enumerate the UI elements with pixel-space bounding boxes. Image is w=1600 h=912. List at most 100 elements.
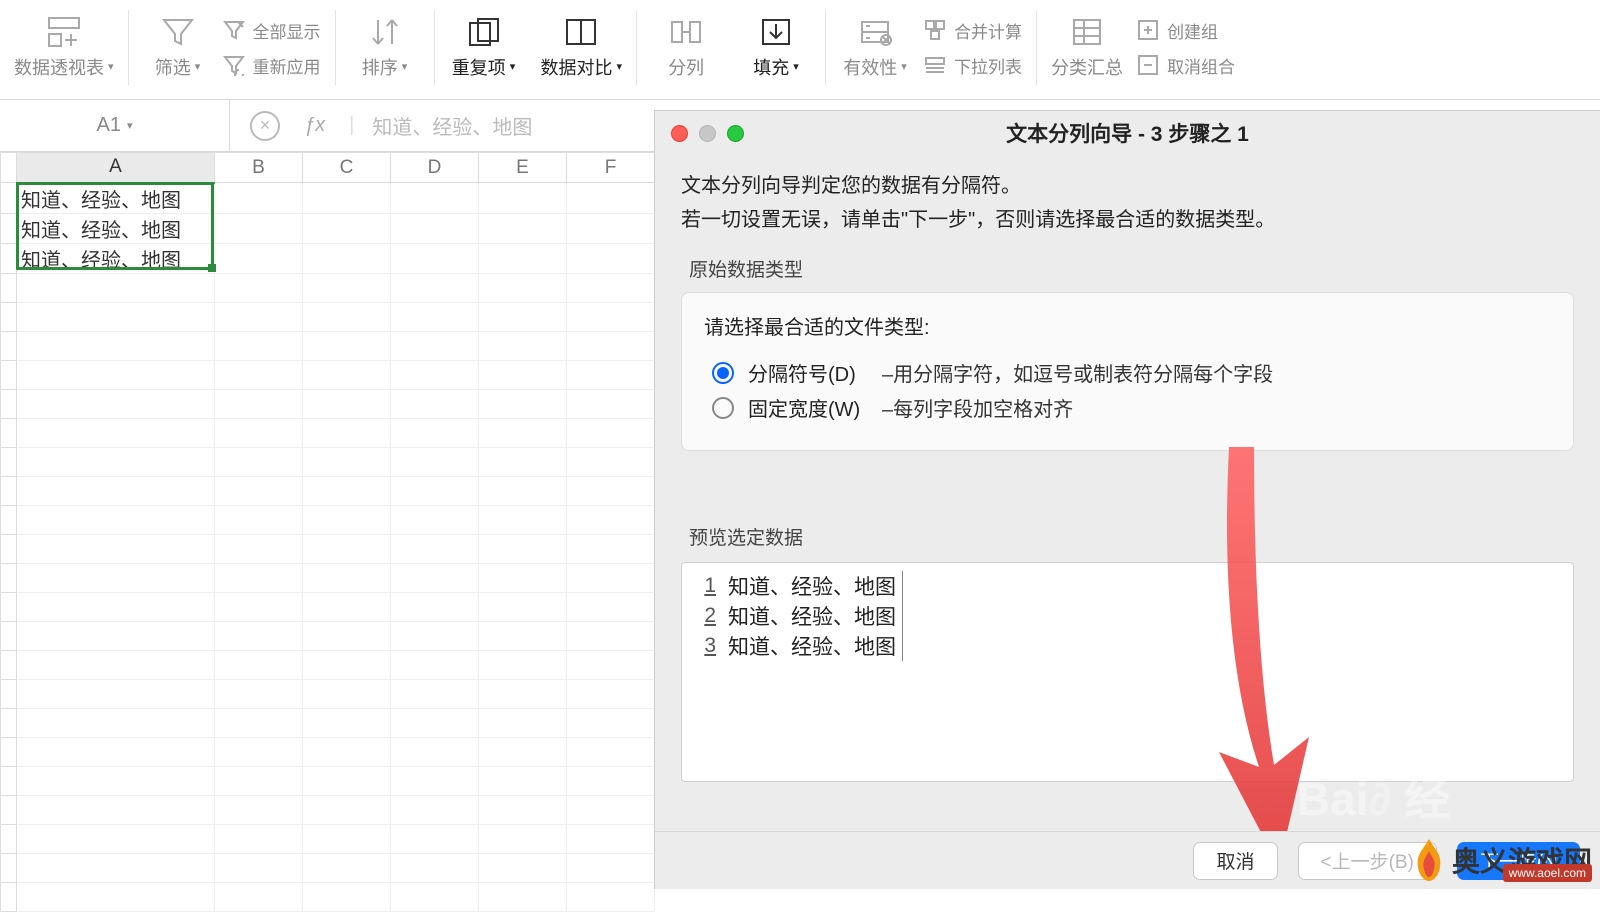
cell[interactable] bbox=[303, 766, 391, 795]
cell[interactable] bbox=[391, 708, 479, 737]
cell[interactable]: 知道、经验、地图 bbox=[17, 243, 215, 273]
cell[interactable] bbox=[479, 795, 567, 824]
cell[interactable] bbox=[479, 882, 567, 911]
cell[interactable] bbox=[303, 476, 391, 505]
sort-button[interactable]: 排序▾ bbox=[350, 16, 420, 80]
radio-delimited[interactable]: 分隔符号(D) –用分隔字符，如逗号或制表符分隔每个字段 bbox=[712, 358, 1551, 387]
cell[interactable] bbox=[215, 505, 303, 534]
cell[interactable] bbox=[215, 679, 303, 708]
row-header[interactable] bbox=[1, 389, 17, 418]
data-compare-button[interactable]: 数据对比▾ bbox=[541, 16, 623, 80]
cell[interactable] bbox=[303, 213, 391, 243]
show-all-button[interactable]: 全部显示 bbox=[223, 18, 321, 43]
text-to-columns-button[interactable]: 分列 bbox=[651, 16, 721, 80]
radio-icon[interactable] bbox=[712, 362, 734, 384]
cell[interactable] bbox=[567, 824, 655, 853]
cell[interactable] bbox=[479, 824, 567, 853]
cell[interactable] bbox=[391, 737, 479, 766]
cell[interactable] bbox=[391, 795, 479, 824]
cell[interactable] bbox=[17, 534, 215, 563]
cell[interactable] bbox=[215, 213, 303, 243]
cell[interactable] bbox=[17, 563, 215, 592]
cell[interactable] bbox=[303, 853, 391, 882]
cell[interactable] bbox=[17, 447, 215, 476]
row-header[interactable] bbox=[1, 360, 17, 389]
filter-button[interactable]: 筛选▾ bbox=[143, 16, 213, 80]
cell[interactable] bbox=[215, 447, 303, 476]
cell[interactable] bbox=[391, 534, 479, 563]
cell[interactable] bbox=[479, 389, 567, 418]
group-button[interactable]: 创建组 bbox=[1137, 18, 1235, 43]
row-header[interactable] bbox=[1, 795, 17, 824]
cell[interactable] bbox=[215, 795, 303, 824]
cell[interactable] bbox=[479, 447, 567, 476]
cell[interactable] bbox=[567, 273, 655, 302]
cell[interactable] bbox=[17, 273, 215, 302]
column-header[interactable]: C bbox=[303, 153, 391, 183]
cell[interactable] bbox=[479, 505, 567, 534]
cell[interactable] bbox=[567, 737, 655, 766]
cell[interactable] bbox=[567, 708, 655, 737]
cell[interactable] bbox=[303, 389, 391, 418]
cell[interactable] bbox=[303, 418, 391, 447]
cell[interactable] bbox=[391, 882, 479, 911]
cell[interactable] bbox=[303, 882, 391, 911]
reapply-button[interactable]: 重新应用 bbox=[223, 53, 321, 78]
cell[interactable] bbox=[303, 737, 391, 766]
row-header[interactable] bbox=[1, 708, 17, 737]
consolidate-button[interactable]: 合并计算 bbox=[924, 18, 1022, 43]
cell[interactable] bbox=[391, 650, 479, 679]
cell[interactable] bbox=[17, 766, 215, 795]
row-header[interactable] bbox=[1, 534, 17, 563]
cell[interactable] bbox=[17, 824, 215, 853]
cell[interactable] bbox=[567, 418, 655, 447]
cell[interactable] bbox=[303, 708, 391, 737]
cell[interactable] bbox=[567, 795, 655, 824]
close-window-icon[interactable] bbox=[671, 125, 688, 142]
cell[interactable] bbox=[479, 708, 567, 737]
cell[interactable] bbox=[391, 302, 479, 331]
cell[interactable] bbox=[391, 273, 479, 302]
cell[interactable] bbox=[17, 882, 215, 911]
cell[interactable] bbox=[479, 213, 567, 243]
name-box[interactable]: A1 ▾ bbox=[0, 100, 230, 151]
cell[interactable] bbox=[303, 650, 391, 679]
cell[interactable] bbox=[215, 243, 303, 273]
fx-icon[interactable]: ƒx bbox=[298, 114, 331, 137]
cell[interactable] bbox=[567, 621, 655, 650]
cell[interactable] bbox=[479, 853, 567, 882]
cell[interactable] bbox=[567, 183, 655, 214]
row-header[interactable] bbox=[1, 418, 17, 447]
cell[interactable] bbox=[17, 592, 215, 621]
cell[interactable] bbox=[215, 273, 303, 302]
cell[interactable] bbox=[479, 650, 567, 679]
cell[interactable] bbox=[567, 213, 655, 243]
cell[interactable] bbox=[391, 766, 479, 795]
cell[interactable] bbox=[17, 737, 215, 766]
cell[interactable] bbox=[215, 592, 303, 621]
cell[interactable] bbox=[303, 183, 391, 214]
cell[interactable] bbox=[567, 331, 655, 360]
cell[interactable] bbox=[303, 302, 391, 331]
cell[interactable] bbox=[391, 621, 479, 650]
cell[interactable] bbox=[567, 360, 655, 389]
fill-button[interactable]: 填充▾ bbox=[741, 16, 811, 80]
row-header[interactable] bbox=[1, 824, 17, 853]
cell[interactable] bbox=[17, 476, 215, 505]
cell[interactable] bbox=[303, 563, 391, 592]
row-header[interactable] bbox=[1, 273, 17, 302]
cell[interactable] bbox=[215, 183, 303, 214]
row-header[interactable] bbox=[1, 650, 17, 679]
cell[interactable] bbox=[303, 592, 391, 621]
cell[interactable] bbox=[479, 418, 567, 447]
maximize-window-icon[interactable] bbox=[727, 125, 744, 142]
cell[interactable] bbox=[567, 389, 655, 418]
cell[interactable] bbox=[479, 592, 567, 621]
cell[interactable] bbox=[17, 505, 215, 534]
cell[interactable] bbox=[391, 389, 479, 418]
cell[interactable] bbox=[567, 447, 655, 476]
row-header[interactable] bbox=[1, 213, 17, 243]
cell[interactable] bbox=[303, 331, 391, 360]
row-header[interactable] bbox=[1, 243, 17, 273]
formula-input[interactable]: 知道、经验、地图 bbox=[372, 111, 532, 140]
